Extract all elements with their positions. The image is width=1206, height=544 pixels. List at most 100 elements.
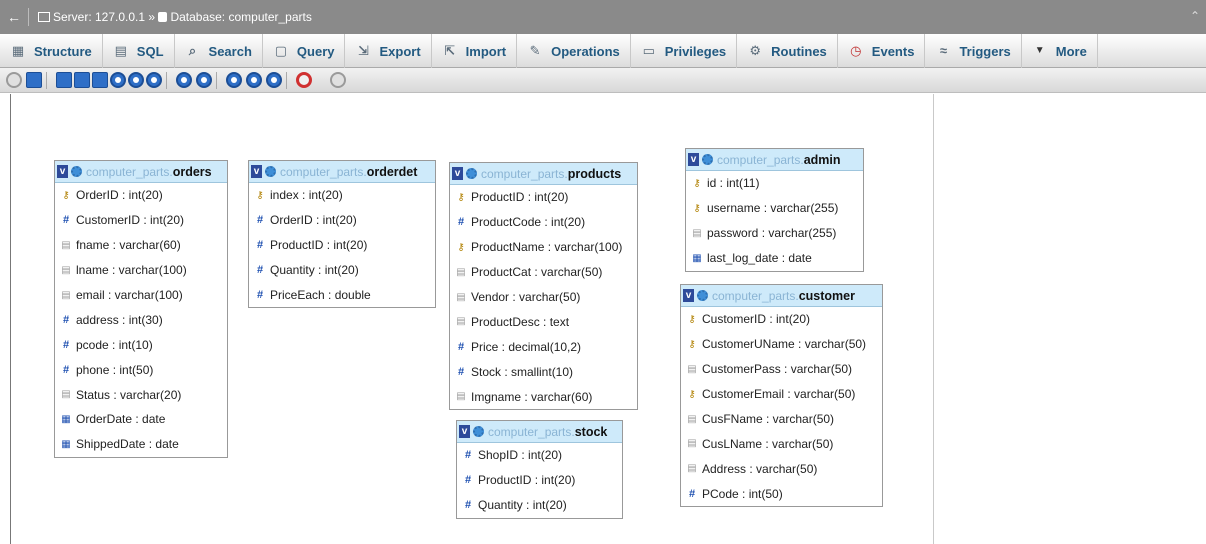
tab-privileges[interactable]: ▭ Privileges — [631, 34, 738, 68]
table-header[interactable]: v computer_parts. orders — [55, 161, 227, 183]
tab-events[interactable]: ◷ Events — [838, 34, 926, 68]
tab-structure[interactable]: ▦ Structure — [0, 34, 103, 68]
column-row[interactable]: ⚷ CustomerID : int(20) — [681, 307, 882, 332]
table-header[interactable]: v computer_parts. admin — [686, 149, 863, 171]
column-row[interactable]: ⚷ index : int(20) — [249, 183, 435, 208]
column-row[interactable]: # address : int(30) — [55, 307, 227, 332]
column-row[interactable]: ▤ Status : varchar(20) — [55, 382, 227, 407]
column-row[interactable]: # Price : decimal(10,2) — [450, 334, 637, 359]
pin-icon[interactable] — [266, 72, 282, 88]
column-label: Status : varchar(20) — [76, 387, 182, 402]
gear-icon[interactable] — [697, 290, 708, 301]
column-row[interactable]: ▤ lname : varchar(100) — [55, 258, 227, 283]
column-row[interactable]: ▤ ProductDesc : text — [450, 309, 637, 334]
table-box-stock[interactable]: v computer_parts. stock # ShopID : int(20) # P… — [456, 420, 623, 519]
column-row[interactable]: ▦ OrderDate : date — [55, 407, 227, 432]
tab-triggers[interactable]: ≈ Triggers — [925, 34, 1022, 68]
table-box-customer[interactable]: v computer_parts. customer ⚷ CustomerID : in… — [680, 284, 883, 508]
column-row[interactable]: ⚷ OrderID : int(20) — [55, 183, 227, 208]
column-row[interactable]: # Stock : smallint(10) — [450, 359, 637, 384]
column-row[interactable]: ▤ fname : varchar(60) — [55, 233, 227, 258]
column-row[interactable]: # phone : int(50) — [55, 357, 227, 382]
gear-icon[interactable] — [265, 166, 276, 177]
table-header[interactable]: v computer_parts. products — [450, 163, 637, 185]
column-row[interactable]: # Quantity : int(20) — [249, 258, 435, 283]
column-row[interactable]: ▤ email : varchar(100) — [55, 283, 227, 308]
tab-sql[interactable]: ▤ SQL — [103, 34, 175, 68]
column-row[interactable]: # ProductCode : int(20) — [450, 210, 637, 235]
column-row[interactable]: ▤ Imgname : varchar(60) — [450, 384, 637, 409]
column-row[interactable]: ▤ CustomerPass : varchar(50) — [681, 357, 882, 382]
toggle-all-icon[interactable] — [196, 72, 212, 88]
designer-canvas[interactable]: v computer_parts. orders ⚷ OrderID : int(20)… — [10, 94, 934, 544]
tab-operations[interactable]: ✎ Operations — [517, 34, 631, 68]
collapse-icon[interactable]: ⌃ — [1190, 9, 1200, 23]
tab-search[interactable]: ⌕ Search — [175, 34, 263, 68]
column-row[interactable]: ⚷ CustomerEmail : varchar(50) — [681, 382, 882, 407]
tab-import[interactable]: ⇱ Import — [432, 34, 518, 68]
table-header[interactable]: v computer_parts. orderdet — [249, 161, 435, 183]
column-row[interactable]: # OrderID : int(20) — [249, 208, 435, 233]
table-header[interactable]: v computer_parts. stock — [457, 421, 622, 443]
tab-more[interactable]: ▼ More — [1022, 34, 1098, 68]
toggle-columns-icon[interactable]: v — [683, 289, 694, 302]
table-box-orders[interactable]: v computer_parts. orders ⚷ OrderID : int(20)… — [54, 160, 228, 458]
fullscreen-icon[interactable] — [26, 72, 42, 88]
back-arrow-icon[interactable]: ← — [6, 9, 22, 25]
move-menu-icon[interactable] — [246, 72, 262, 88]
column-row[interactable]: # ProductID : int(20) — [249, 233, 435, 258]
toggle-columns-icon[interactable]: v — [452, 167, 463, 180]
toggle-columns-icon[interactable]: v — [251, 165, 262, 178]
table-box-orderdet[interactable]: v computer_parts. orderdet ⚷ index : int(20)… — [248, 160, 436, 309]
gear-icon[interactable] — [702, 154, 713, 165]
relation-icon[interactable] — [92, 72, 108, 88]
column-row[interactable]: ⚷ ProductName : varchar(100) — [450, 235, 637, 260]
toggle-grid-icon[interactable] — [110, 72, 126, 88]
column-row[interactable]: # PCode : int(50) — [681, 481, 882, 506]
column-row[interactable]: ▤ Address : varchar(50) — [681, 456, 882, 481]
tab-routines[interactable]: ⚙ Routines — [737, 34, 838, 68]
table-box-admin[interactable]: v computer_parts. admin ⚷ id : int(11) ⚷ usern… — [685, 148, 864, 272]
column-row[interactable]: # ShopID : int(20) — [457, 443, 622, 468]
column-row[interactable]: ⚷ CustomerUName : varchar(50) — [681, 332, 882, 357]
save-icon[interactable] — [56, 72, 72, 88]
column-row[interactable]: ▤ ProductCat : varchar(50) — [450, 260, 637, 285]
column-row[interactable]: ▤ password : varchar(255) — [686, 221, 863, 246]
column-row[interactable]: ▤ CusFName : varchar(50) — [681, 407, 882, 432]
column-row[interactable]: # Quantity : int(20) — [457, 493, 622, 518]
gear-icon[interactable] — [473, 426, 484, 437]
column-row[interactable]: # ProductID : int(20) — [457, 468, 622, 493]
tab-query[interactable]: ▢ Query — [263, 34, 346, 68]
column-row[interactable]: # CustomerID : int(20) — [55, 208, 227, 233]
column-row[interactable]: ⚷ id : int(11) — [686, 171, 863, 196]
column-row[interactable]: ▤ Vendor : varchar(50) — [450, 285, 637, 310]
collapse-icon[interactable] — [330, 72, 346, 88]
tab-export[interactable]: ⇲ Export — [345, 34, 432, 68]
toggle-columns-icon[interactable]: v — [688, 153, 699, 166]
toggle-columns-icon[interactable]: v — [459, 425, 470, 438]
column-row[interactable]: ⚷ ProductID : int(20) — [450, 185, 637, 210]
angular-links-icon[interactable] — [128, 72, 144, 88]
load-icon[interactable] — [74, 72, 90, 88]
gear-icon[interactable] — [466, 168, 477, 179]
column-row[interactable]: ▤ CusLName : varchar(50) — [681, 431, 882, 456]
toggle-columns-icon[interactable]: v — [57, 165, 68, 178]
export-schema-icon[interactable] — [296, 72, 312, 88]
column-label: OrderID : int(20) — [270, 213, 357, 228]
toggle-direction-icon[interactable] — [226, 72, 242, 88]
table-box-products[interactable]: v computer_parts. products ⚷ ProductID : int… — [449, 162, 638, 411]
column-row[interactable]: # pcode : int(10) — [55, 332, 227, 357]
database-name: computer_parts. — [280, 164, 367, 179]
table-header[interactable]: v computer_parts. customer — [681, 285, 882, 307]
breadcrumb-database[interactable]: Database: computer_parts — [170, 10, 311, 24]
column-row[interactable]: ▦ ShippedDate : date — [55, 432, 227, 457]
breadcrumb-server[interactable]: Server: 127.0.0.1 — [53, 10, 145, 24]
snap-grid-icon[interactable] — [146, 72, 162, 88]
toggle-menu-icon[interactable] — [6, 72, 22, 88]
small-big-icon[interactable] — [176, 72, 192, 88]
column-row[interactable]: # PriceEach : double — [249, 283, 435, 308]
gear-icon[interactable] — [71, 166, 82, 177]
column-row[interactable]: ⚷ username : varchar(255) — [686, 196, 863, 221]
column-row[interactable]: ▦ last_log_date : date — [686, 246, 863, 271]
divider — [28, 8, 29, 26]
